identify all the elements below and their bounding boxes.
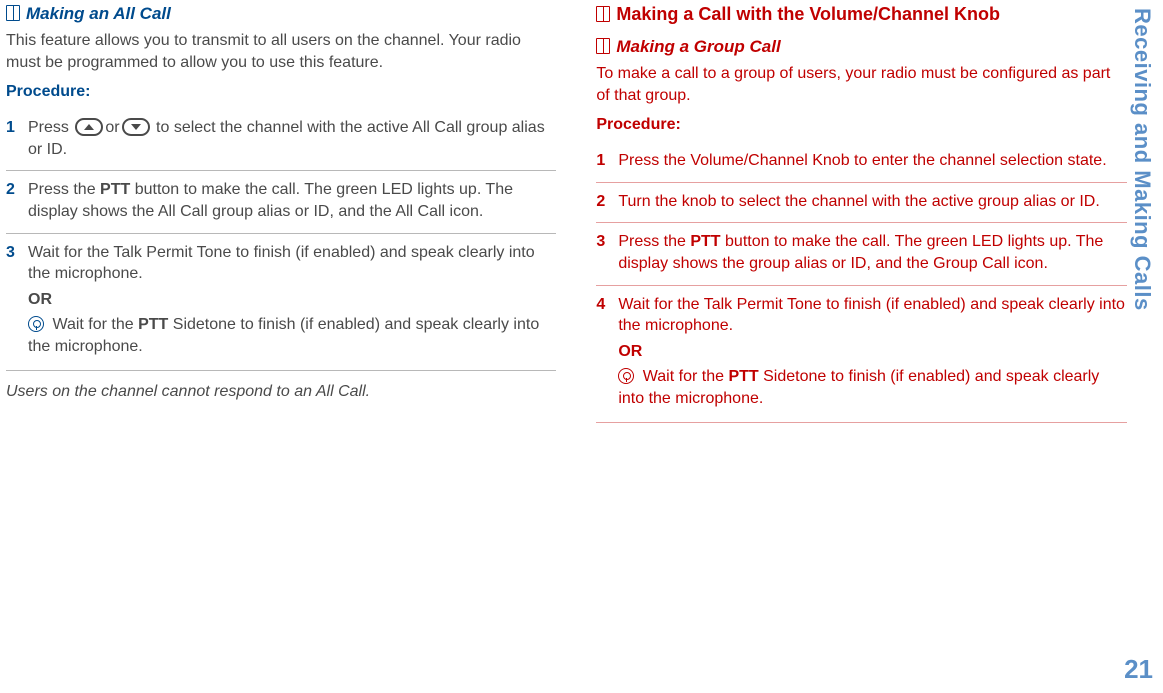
step-number: 3 bbox=[6, 242, 15, 264]
section-side-title: Receiving and Making Calls bbox=[1129, 8, 1155, 311]
left-steps: 1 Press or to select the channel with th… bbox=[6, 109, 556, 370]
left-note: Users on the channel cannot respond to a… bbox=[6, 383, 556, 401]
left-heading: Making an All Call bbox=[6, 4, 556, 24]
right-sub-heading-text: Making a Group Call bbox=[616, 37, 780, 56]
left-intro: This feature allows you to transmit to a… bbox=[6, 30, 556, 73]
step-text: Press the Volume/Channel Knob to enter t… bbox=[618, 152, 1106, 169]
or-label: OR bbox=[618, 343, 642, 360]
ptt-label: PTT bbox=[100, 181, 130, 198]
step-text: or bbox=[105, 119, 119, 136]
document-page: Receiving and Making Calls Making an All… bbox=[0, 0, 1163, 693]
page-number: 21 bbox=[1124, 654, 1153, 685]
left-column: Making an All Call This feature allows y… bbox=[6, 4, 556, 423]
right-main-heading-text: Making a Call with the Volume/Channel Kn… bbox=[616, 4, 1000, 24]
ptt-label: PTT bbox=[138, 316, 168, 333]
step-alt: Wait for the PTT Sidetone to finish (if … bbox=[28, 314, 556, 357]
right-sub-heading: Making a Group Call bbox=[596, 37, 1127, 57]
left-step-3: 3 Wait for the Talk Permit Tone to finis… bbox=[6, 233, 556, 371]
right-step-4: 4 Wait for the Talk Permit Tone to finis… bbox=[596, 285, 1127, 423]
down-key-icon bbox=[122, 118, 150, 136]
step-number: 2 bbox=[6, 179, 15, 201]
step-text: Wait for the bbox=[48, 316, 138, 333]
step-text: Wait for the Talk Permit Tone to finish … bbox=[618, 296, 1125, 335]
step-number: 2 bbox=[596, 191, 605, 213]
book-icon bbox=[6, 5, 20, 21]
right-column: Making a Call with the Volume/Channel Kn… bbox=[596, 4, 1127, 423]
step-or-block: OR bbox=[618, 341, 1127, 363]
step-or-block: OR bbox=[28, 289, 556, 311]
right-main-heading: Making a Call with the Volume/Channel Kn… bbox=[596, 4, 1127, 25]
left-step-2: 2 Press the PTT button to make the call.… bbox=[6, 170, 556, 232]
two-column-layout: Making an All Call This feature allows y… bbox=[6, 4, 1127, 423]
step-text: Press the bbox=[28, 181, 100, 198]
step-number: 3 bbox=[596, 231, 605, 253]
right-procedure-label: Procedure: bbox=[596, 116, 1127, 134]
step-number: 4 bbox=[596, 294, 605, 316]
right-intro: To make a call to a group of users, your… bbox=[596, 63, 1127, 106]
step-number: 1 bbox=[596, 150, 605, 172]
step-alt: Wait for the PTT Sidetone to finish (if … bbox=[618, 366, 1127, 409]
step-text: Press bbox=[28, 119, 73, 136]
left-procedure-label: Procedure: bbox=[6, 83, 556, 101]
right-step-1: 1 Press the Volume/Channel Knob to enter… bbox=[596, 142, 1127, 182]
right-steps: 1 Press the Volume/Channel Knob to enter… bbox=[596, 142, 1127, 422]
left-heading-text: Making an All Call bbox=[26, 4, 171, 23]
ptt-icon bbox=[618, 368, 634, 384]
book-icon bbox=[596, 38, 610, 54]
right-step-3: 3 Press the PTT button to make the call.… bbox=[596, 222, 1127, 284]
up-key-icon bbox=[75, 118, 103, 136]
step-text: Wait for the Talk Permit Tone to finish … bbox=[28, 244, 535, 283]
ptt-label: PTT bbox=[690, 233, 720, 250]
ptt-label: PTT bbox=[728, 368, 758, 385]
step-text: Press the bbox=[618, 233, 690, 250]
step-text: Turn the knob to select the channel with… bbox=[618, 193, 1099, 210]
ptt-icon bbox=[28, 316, 44, 332]
step-text: Wait for the bbox=[638, 368, 728, 385]
step-number: 1 bbox=[6, 117, 15, 139]
left-step-1: 1 Press or to select the channel with th… bbox=[6, 109, 556, 170]
or-label: OR bbox=[28, 291, 52, 308]
book-icon bbox=[596, 6, 610, 22]
right-step-2: 2 Turn the knob to select the channel wi… bbox=[596, 182, 1127, 223]
